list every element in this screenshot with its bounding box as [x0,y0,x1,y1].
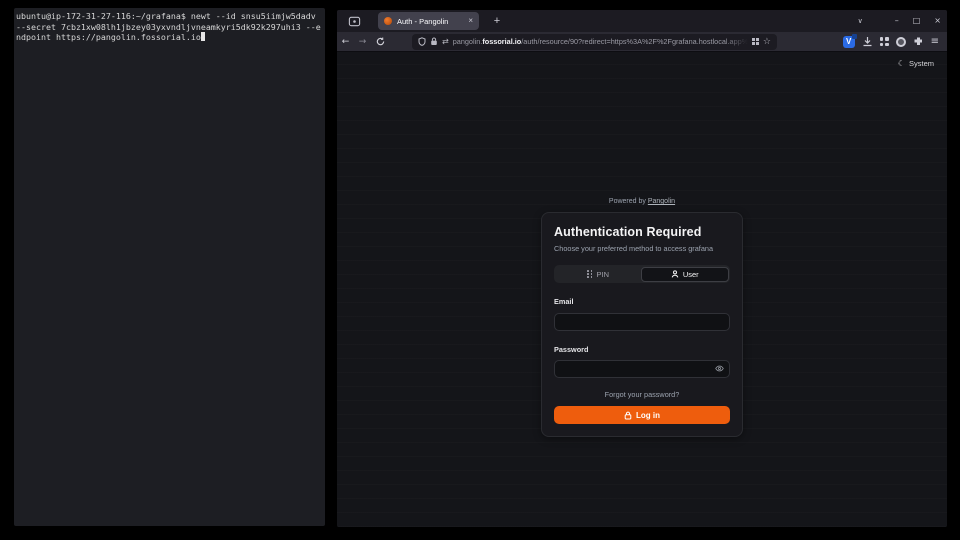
bookmark-star-icon[interactable]: ☆ [763,37,771,47]
login-button[interactable]: Log in [554,406,730,424]
page-content: ☾ System Powered by Pangolin Authenticat… [337,52,947,527]
toolbar-extensions-area: V ≡ [843,36,939,48]
tab-pin[interactable]: PIN [556,267,642,282]
shortcuts-grid-icon[interactable] [752,38,759,45]
desktop: ubuntu@ip-172-31-27-116:~/grafana$ newt … [0,0,960,540]
pangolin-link[interactable]: Pangolin [648,198,675,205]
tab-title: Auth - Pangolin [397,17,463,26]
tab-list-chevron-icon[interactable]: ∨ [858,18,863,25]
show-password-eye-icon[interactable] [715,364,724,373]
password-label: Password [554,345,730,354]
vimium-extension-icon[interactable]: V [843,36,855,48]
url-bar[interactable]: ⇄ pangolin.fossorial.io/auth/resource/90… [412,34,777,50]
puzzle-extension-icon[interactable] [913,36,924,47]
user-icon [671,270,679,278]
auth-card: Authentication Required Choose your pref… [541,212,743,437]
back-button[interactable]: ← [337,37,354,47]
terminal-line: ubuntu@ip-172-31-27-116:~/grafana$ newt … [16,11,323,22]
shield-icon[interactable] [418,37,426,46]
maximize-button[interactable]: □ [913,17,921,25]
minimize-button[interactable]: – [895,17,899,25]
terminal-line: ndpoint https://pangolin.fossorial.io [16,32,323,43]
tab-close-icon[interactable]: × [468,17,473,25]
email-field[interactable] [554,313,730,331]
browser-window: Auth - Pangolin × + ∨ – □ × ← → ⇄ pangol… [337,10,947,527]
new-tab-button[interactable]: + [489,13,505,29]
privacy-extension-icon[interactable] [896,37,906,47]
powered-by: Powered by Pangolin [541,198,743,205]
terminal-cursor [201,32,206,41]
lock-icon[interactable] [430,37,438,46]
browser-tab-auth-pangolin[interactable]: Auth - Pangolin × [378,12,479,30]
terminal-window[interactable]: ubuntu@ip-172-31-27-116:~/grafana$ newt … [14,8,325,526]
theme-label: System [909,59,934,68]
card-subtitle: Choose your preferred method to access g… [554,244,730,253]
theme-toggle[interactable]: ☾ System [898,59,934,68]
window-close-button[interactable]: × [934,17,941,25]
keypad-icon [587,270,592,278]
extensions-grid-icon[interactable] [880,37,889,46]
permissions-swap-icon[interactable]: ⇄ [442,37,449,46]
tab-bar: Auth - Pangolin × + ∨ – □ × [337,10,947,32]
auth-method-tabs: PIN User [554,265,730,283]
hamburger-menu-icon[interactable]: ≡ [931,36,939,47]
moon-icon: ☾ [898,59,905,68]
reload-button[interactable] [376,37,385,46]
downloads-icon[interactable] [862,36,873,47]
login-lock-icon [624,411,632,420]
window-controls: ∨ – □ × [858,10,941,32]
card-title: Authentication Required [554,225,730,239]
browser-toolbar: ← → ⇄ pangolin.fossorial.io/auth/resourc… [337,32,947,52]
terminal-line: --secret 7cbz1xw08lh1jbzey03yxvndljvneam… [16,22,323,33]
tab-user[interactable]: User [641,267,729,282]
url-text: pangolin.fossorial.io/auth/resource/90?r… [453,37,748,46]
forward-button[interactable]: → [354,37,371,47]
auth-column: Powered by Pangolin Authentication Requi… [541,198,743,437]
forgot-password-link[interactable]: Forgot your password? [554,390,730,399]
password-field[interactable] [554,360,730,378]
email-label: Email [554,297,730,306]
firefox-view-icon[interactable] [348,15,361,28]
pangolin-favicon-icon [384,17,392,25]
